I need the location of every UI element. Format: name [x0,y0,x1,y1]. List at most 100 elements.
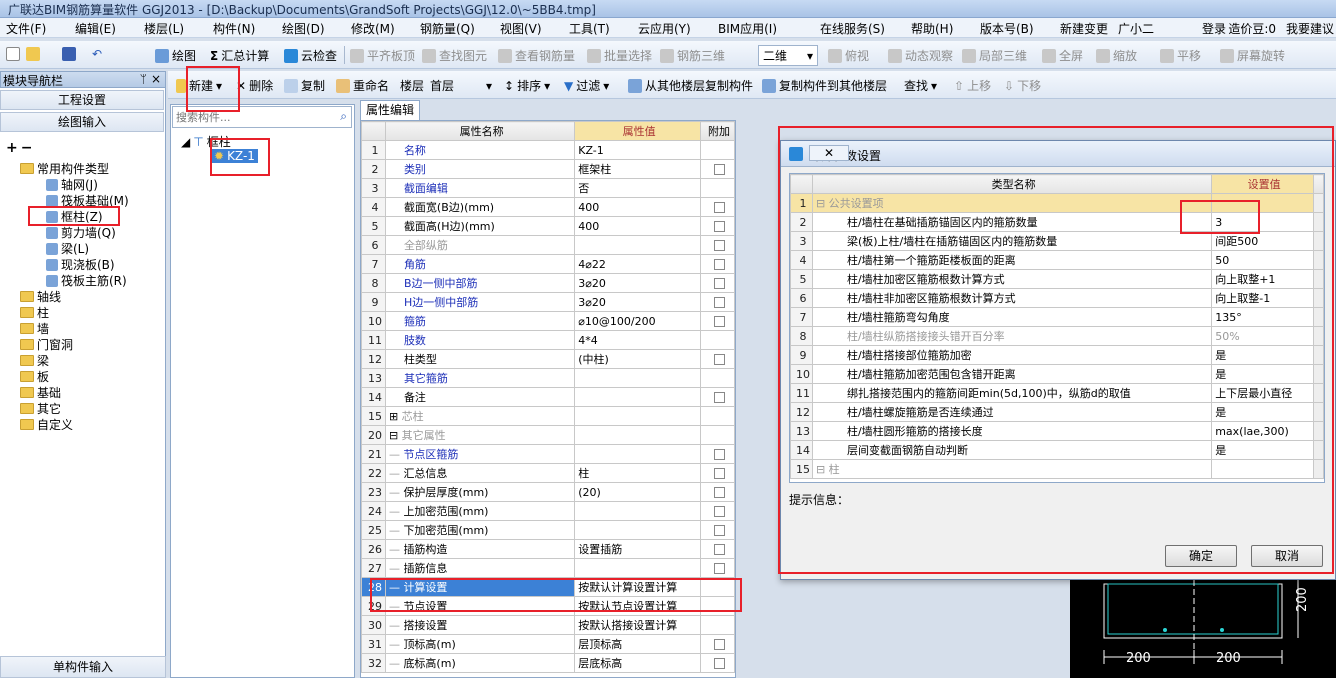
extra-checkbox[interactable] [713,468,725,479]
tree-folder-1[interactable]: 柱 [20,304,49,321]
prop-row[interactable]: 7 角筋 4⌀22 [361,254,735,274]
prop-row[interactable]: 23— 保护层厚度(mm) (20) [361,482,735,502]
save-icon[interactable] [62,47,76,61]
pan-button[interactable]: 平移 [1160,47,1201,64]
prop-row[interactable]: 30— 搭接设置 按默认搭接设置计算 [361,615,735,635]
dynamic-view-button[interactable]: 动态观察 [888,47,953,64]
tree-folder-6[interactable]: 基础 [20,384,61,401]
extra-checkbox[interactable] [713,202,725,213]
prop-value[interactable] [574,368,702,388]
rename-button[interactable]: 重命名 [336,77,389,94]
setting-value[interactable]: 是 [1211,402,1315,422]
single-input-button[interactable]: 单构件输入 [0,656,166,678]
prop-extra[interactable] [700,254,735,274]
menu-item-13[interactable]: 版本号(B) [980,20,1034,37]
view-mode-select[interactable]: 二维 ▾ [758,45,818,66]
prop-extra[interactable] [700,235,735,255]
prop-extra[interactable] [700,520,735,540]
prop-row[interactable]: 11 肢数 4*4 [361,330,735,350]
setting-row[interactable]: 10 柱/墙柱箍筋加密范围包含错开距离是 [790,364,1324,384]
prop-extra[interactable] [700,634,735,654]
setting-row[interactable]: 1 ⊟ 公共设置项 [790,193,1324,213]
prop-value[interactable] [574,558,702,578]
extra-checkbox[interactable] [713,506,725,517]
setting-value[interactable]: 是 [1211,440,1315,460]
prop-value[interactable] [574,425,702,445]
prop-value[interactable] [574,387,702,407]
draw-input-button[interactable]: 绘图输入 [0,112,164,132]
setting-row[interactable]: 12 柱/墙柱螺旋箍筋是否连续通过是 [790,402,1324,422]
pin-icon[interactable]: ᛘ [140,72,147,86]
search-input[interactable] [173,107,323,127]
prop-value[interactable] [574,444,702,464]
setting-value[interactable]: 50 [1211,250,1315,270]
prop-extra[interactable] [700,539,735,559]
tree-folder-2[interactable]: 墙 [20,320,49,337]
menu-item-2[interactable]: 楼层(L) [144,20,184,37]
prop-value[interactable] [574,235,702,255]
prop-value[interactable]: 4⌀22 [574,254,702,274]
prop-value[interactable] [574,520,702,540]
cloud-check-button[interactable]: 云检查 [284,47,337,64]
prop-row[interactable]: 22— 汇总信息柱 [361,463,735,483]
fullscreen-button[interactable]: 全屏 [1042,47,1083,64]
setting-value[interactable]: 是 [1211,345,1315,365]
setting-row[interactable]: 3 梁(板)上柱/墙柱在插筋锚固区内的箍筋数量 间距500 [790,231,1324,251]
prop-value[interactable]: 3⌀20 [574,273,702,293]
tree-folder-8[interactable]: 自定义 [20,416,73,433]
move-down-button[interactable]: ⇩ 下移 [1004,77,1041,94]
setting-value[interactable]: 间距500 [1211,231,1315,251]
extra-checkbox[interactable] [713,278,725,289]
sort-button[interactable]: ↕ 排序 ▾ [504,77,550,94]
menu-item-12[interactable]: 帮助(H) [911,20,953,37]
extra-checkbox[interactable] [713,544,725,555]
find-element-button[interactable]: 查找图元 [422,47,487,64]
dialog-close-icon[interactable]: ✕ [809,145,849,161]
setting-value[interactable] [1211,459,1315,479]
prop-row[interactable]: 27— 插筋信息 [361,558,735,578]
prop-extra[interactable] [700,653,735,673]
prop-extra[interactable] [700,311,735,331]
prop-row[interactable]: 1 名称 KZ-1 [361,140,735,160]
undo-icon[interactable]: ↶ [92,47,102,61]
tree-folder-3[interactable]: 门窗洞 [20,336,73,353]
prop-value[interactable]: 按默认搭接设置计算 [574,615,702,635]
setting-row[interactable]: 2 柱/墙柱在基础插筋锚固区内的箍筋数量 3 [790,212,1324,232]
menu-item-11[interactable]: 在线服务(S) [820,20,885,37]
move-up-button[interactable]: ⇧ 上移 [954,77,991,94]
menu-item-4[interactable]: 绘图(D) [282,20,325,37]
menu-item-5[interactable]: 修改(M) [351,20,395,37]
setting-value[interactable]: 3 [1211,212,1315,232]
prop-value[interactable] [574,501,702,521]
zoom-button[interactable]: 缩放 [1096,47,1137,64]
prop-value[interactable]: 400 [574,197,702,217]
extra-checkbox[interactable] [713,487,725,498]
prop-value[interactable]: 400 [574,216,702,236]
prop-row[interactable]: 8 B边一侧中部筋 3⌀20 [361,273,735,293]
extra-checkbox[interactable] [713,259,725,270]
prop-row[interactable]: 14 备注 [361,387,735,407]
rotate-button[interactable]: 屏幕旋转 [1220,47,1285,64]
extra-checkbox[interactable] [713,240,725,251]
extra-checkbox[interactable] [713,316,725,327]
open-folder-icon[interactable] [26,47,40,61]
view-rebar-button[interactable]: 查看钢筋量 [498,47,575,64]
project-settings-button[interactable]: 工程设置 [0,90,164,110]
prop-row[interactable]: 2 类别 框架柱 [361,159,735,179]
prop-value[interactable]: 4*4 [574,330,702,350]
prop-row[interactable]: 31— 顶标高(m) 层顶标高 [361,634,735,654]
prop-row[interactable]: 3 截面编辑否 [361,178,735,198]
cancel-button[interactable]: 取消 [1251,545,1323,567]
extra-checkbox[interactable] [713,392,725,403]
extra-checkbox[interactable] [713,639,725,650]
prop-value[interactable]: 框架柱 [574,159,702,179]
menu-item-9[interactable]: 云应用(Y) [638,20,691,37]
tree-common-item-0[interactable]: 轴网(J) [46,176,98,193]
prop-value[interactable]: KZ-1 [574,140,702,160]
prop-extra[interactable] [700,273,735,293]
tree-folder-7[interactable]: 其它 [20,400,61,417]
setting-value[interactable]: 向上取整+1 [1211,269,1315,289]
prop-extra[interactable] [700,558,735,578]
prop-row[interactable]: 5 截面高(H边)(mm) 400 [361,216,735,236]
setting-row[interactable]: 4 柱/墙柱第一个箍筋距楼板面的距离 50 [790,250,1324,270]
